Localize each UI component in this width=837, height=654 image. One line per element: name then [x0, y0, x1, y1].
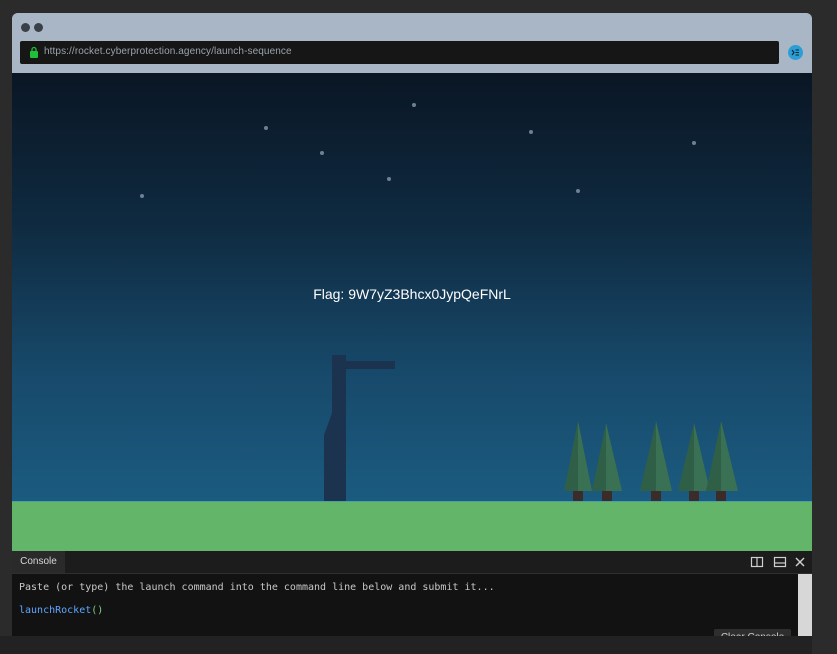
list-arrow-icon[interactable] — [788, 45, 803, 60]
launch-scene: Flag: 9W7yZ3Bhcx0JypQeFNrL — [12, 73, 812, 501]
horizontal-scrollbar[interactable] — [0, 636, 812, 654]
split-panel-icon[interactable] — [750, 555, 764, 569]
pine-tree — [592, 423, 622, 501]
close-icon[interactable] — [793, 555, 807, 569]
command-parens: () — [91, 605, 104, 616]
address-bar[interactable]: https://rocket.cyberprotection.agency/la… — [20, 41, 779, 64]
grass-ground — [12, 501, 812, 552]
pine-trees — [564, 421, 738, 501]
console-command-line[interactable]: launchRocket() — [19, 605, 103, 616]
console-message: Paste (or type) the launch command into … — [19, 582, 495, 593]
console-panel: Console Paste (or type) the launch comma… — [12, 551, 812, 649]
pine-tree — [640, 421, 672, 501]
dock-bottom-icon[interactable] — [773, 555, 787, 569]
console-header: Console — [12, 551, 812, 574]
window-minimize-dot[interactable] — [34, 23, 43, 32]
window-close-dot[interactable] — [21, 23, 30, 32]
pine-tree — [678, 423, 710, 501]
console-tab[interactable]: Console — [12, 551, 65, 573]
pine-tree — [564, 421, 592, 501]
pine-tree — [706, 421, 738, 501]
browser-window: https://rocket.cyberprotection.agency/la… — [12, 13, 812, 649]
lock-icon — [30, 46, 38, 58]
url-text: https://rocket.cyberprotection.agency/la… — [44, 46, 292, 57]
title-bar: https://rocket.cyberprotection.agency/la… — [12, 13, 812, 73]
command-name: launchRocket — [19, 605, 92, 616]
